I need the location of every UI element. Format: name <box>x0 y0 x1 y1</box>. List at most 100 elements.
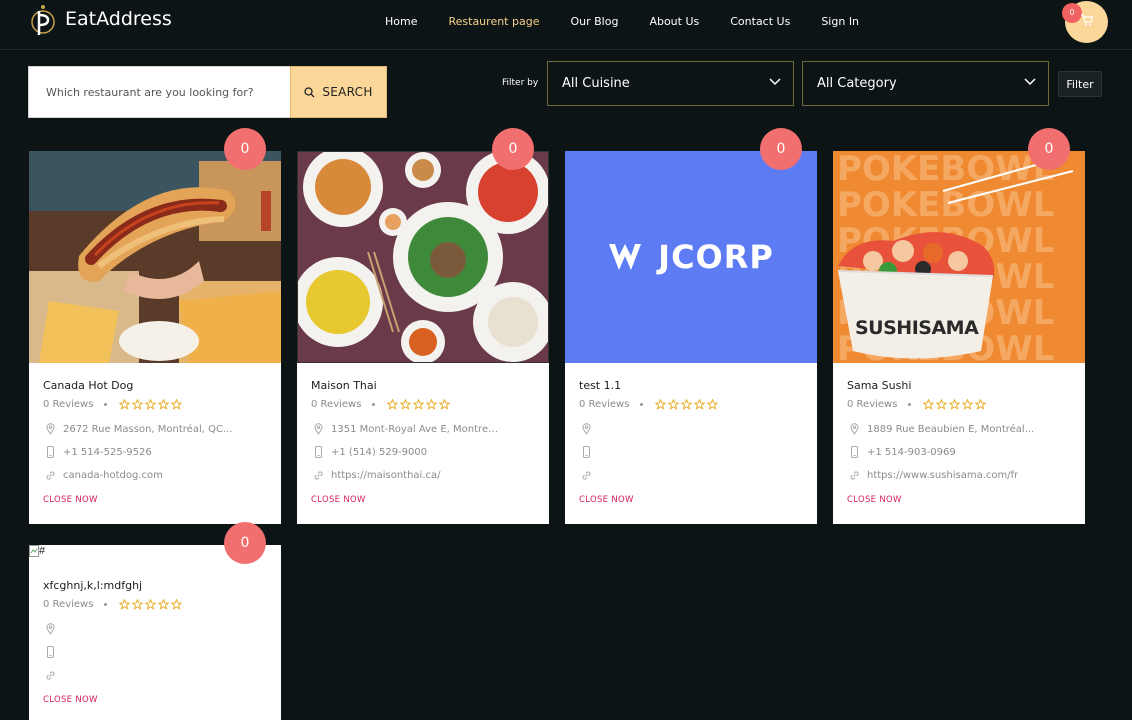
star-icon <box>936 398 948 410</box>
restaurant-phone[interactable]: +1 514-903-0969 <box>867 447 956 458</box>
separator-dot <box>908 402 912 406</box>
brand-logo[interactable]: EatAddress <box>30 3 172 41</box>
logo-icon <box>30 3 56 41</box>
card-count-badge: 0 <box>224 128 266 170</box>
star-icon <box>975 398 987 410</box>
star-icon <box>400 398 412 410</box>
status-label: CLOSE NOW <box>311 495 366 505</box>
location-pin-icon <box>43 423 57 435</box>
jcorp-logo-icon <box>609 244 642 270</box>
link-icon <box>847 470 861 481</box>
status-label: CLOSE NOW <box>43 695 98 705</box>
restaurant-card[interactable]: 0 Maison Thai 0 Reviews 1351 Mont-Royal … <box>297 128 549 524</box>
restaurant-address: 2672 Rue Masson, Montréal, QC... <box>63 423 233 435</box>
restaurant-address: 1889 Rue Beaubien E, Montréal... <box>867 423 1035 435</box>
separator-dot <box>640 402 644 406</box>
jcorp-logo-text: JCORP <box>658 238 774 276</box>
cart-count-badge: 0 <box>1062 3 1082 23</box>
restaurant-name[interactable]: test 1.1 <box>579 379 803 392</box>
cart-icon <box>1081 14 1094 26</box>
status-label: CLOSE NOW <box>43 495 98 505</box>
search-icon <box>304 86 315 97</box>
restaurant-name[interactable]: Maison Thai <box>311 379 535 392</box>
nav-sign-in[interactable]: Sign In <box>821 15 859 28</box>
restaurant-address: 1351 Mont-Royal Ave E, Montrea... <box>331 423 501 435</box>
card-count-badge: 0 <box>1028 128 1070 170</box>
restaurant-phone[interactable]: +1 514-525-9526 <box>63 447 152 458</box>
star-rating <box>387 398 451 410</box>
phone-icon <box>43 446 57 458</box>
restaurant-phone[interactable]: +1 (514) 529-9000 <box>331 447 427 458</box>
star-icon <box>119 398 131 410</box>
location-pin-icon <box>579 423 593 435</box>
location-pin-icon <box>43 623 57 635</box>
nav-blog[interactable]: Our Blog <box>570 15 618 28</box>
restaurant-name[interactable]: Sama Sushi <box>847 379 1071 392</box>
chevron-down-icon <box>769 78 781 86</box>
phone-icon <box>311 446 325 458</box>
search-button[interactable]: SEARCH <box>290 66 387 118</box>
link-icon <box>43 470 57 481</box>
restaurant-website[interactable]: https://maisonthai.ca/ <box>331 470 441 481</box>
nav-restaurant-page[interactable]: Restaurent page <box>448 15 539 28</box>
restaurant-card[interactable]: POKEBOWL POKEBOWL POKEBOWL POKEBOWL POKE… <box>833 128 1085 524</box>
cuisine-select[interactable]: All Cuisine <box>547 61 794 106</box>
star-icon <box>413 398 425 410</box>
star-icon <box>158 398 170 410</box>
star-icon <box>426 398 438 410</box>
card-count-badge: 0 <box>492 128 534 170</box>
star-icon <box>962 398 974 410</box>
filter-label: Filter by <box>502 78 539 88</box>
link-icon <box>43 670 57 681</box>
status-label: CLOSE NOW <box>847 495 902 505</box>
star-icon <box>439 398 451 410</box>
phone-icon <box>579 446 593 458</box>
star-rating <box>655 398 719 410</box>
restaurant-image[interactable]: JCORP <box>565 151 817 363</box>
nav-home[interactable]: Home <box>385 15 417 28</box>
star-icon <box>655 398 667 410</box>
star-icon <box>132 398 144 410</box>
nav-contact[interactable]: Contact Us <box>730 15 790 28</box>
review-count: 0 Reviews <box>43 398 94 410</box>
restaurant-website[interactable]: https://www.sushisama.com/fr <box>867 470 1018 481</box>
star-icon <box>171 398 183 410</box>
separator-dot <box>372 402 376 406</box>
nav-about[interactable]: About Us <box>649 15 699 28</box>
star-rating <box>119 598 183 610</box>
search-field-wrapper <box>28 66 291 118</box>
category-select[interactable]: All Category <box>802 61 1049 106</box>
separator-dot <box>104 402 108 406</box>
star-icon <box>119 598 131 610</box>
review-count: 0 Reviews <box>579 398 630 410</box>
phone-icon <box>43 646 57 658</box>
star-icon <box>923 398 935 410</box>
star-icon <box>171 598 183 610</box>
restaurant-card[interactable]: 0 Canada Hot Dog 0 Reviews 2672 Rue Mass… <box>29 128 281 524</box>
cuisine-select-value: All Cuisine <box>562 76 630 91</box>
restaurant-image[interactable] <box>297 151 549 363</box>
restaurant-website[interactable]: canada-hotdog.com <box>63 470 163 481</box>
search-input[interactable] <box>29 67 291 117</box>
restaurant-name[interactable]: xfcghnj,k,l:mdfghj <box>43 579 267 592</box>
star-rating <box>923 398 987 410</box>
star-icon <box>387 398 399 410</box>
restaurant-card[interactable]: # 0 xfcghnj,k,l:mdfghj 0 Reviews CLOSE N… <box>29 522 281 720</box>
filter-button[interactable]: Filter <box>1058 71 1102 97</box>
separator-dot <box>104 602 108 606</box>
restaurant-card[interactable]: JCORP 0 test 1.1 0 Reviews CLOSE NOW <box>565 128 817 524</box>
restaurant-name[interactable]: Canada Hot Dog <box>43 379 267 392</box>
broken-image-icon: # <box>29 545 45 557</box>
sushisama-brand: SUSHISAMA <box>855 317 979 339</box>
cart-button[interactable]: 0 <box>1062 1 1108 43</box>
location-pin-icon <box>311 423 325 435</box>
star-rating <box>119 398 183 410</box>
restaurant-image[interactable] <box>29 151 281 363</box>
category-select-value: All Category <box>817 76 897 91</box>
star-icon <box>145 398 157 410</box>
restaurant-image[interactable]: POKEBOWL POKEBOWL POKEBOWL POKEBOWL POKE… <box>833 151 1085 363</box>
card-count-badge: 0 <box>760 128 802 170</box>
status-label: CLOSE NOW <box>579 495 634 505</box>
brand-name: EatAddress <box>65 8 172 30</box>
star-icon <box>158 598 170 610</box>
